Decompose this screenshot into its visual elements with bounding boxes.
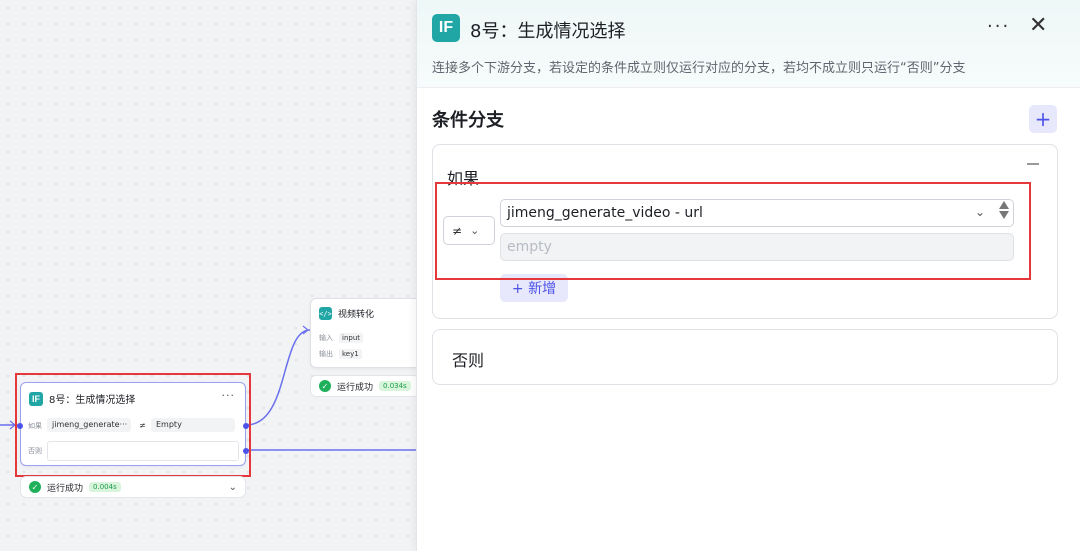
chevron-down-icon[interactable]: ⌄ [229, 482, 237, 493]
panel-header: IF 8号：生成情况选择 ··· ✕ 连接多个下游分支，若设定的条件成立则仅运行… [417, 0, 1080, 88]
status-text: 运行成功 [47, 483, 84, 494]
if-icon: IF [432, 14, 460, 42]
status-text: 运行成功 [337, 382, 374, 393]
node-config-panel: IF 8号：生成情况选择 ··· ✕ 连接多个下游分支，若设定的条件成立则仅运行… [416, 0, 1080, 551]
video-node-status[interactable]: ✓ 运行成功 0.034s [310, 375, 420, 397]
collapse-icon[interactable] [1027, 163, 1039, 165]
highlight-box-node [15, 373, 251, 477]
add-branch-button[interactable]: + [1029, 105, 1057, 133]
video-node-title: 视频转化 [338, 310, 375, 320]
check-icon: ✓ [319, 380, 331, 392]
close-icon[interactable]: ✕ [1029, 13, 1047, 38]
time-badge: 0.034s [379, 381, 411, 391]
video-node-header: </> 视频转化 [319, 307, 374, 320]
input-tag: input [339, 333, 364, 343]
panel-title[interactable]: 8号：生成情况选择 [470, 17, 625, 43]
else-label: 否则 [452, 351, 485, 370]
else-branch-card: 否则 [432, 329, 1058, 385]
section-title: 条件分支 [432, 110, 504, 131]
highlight-box-condition [435, 182, 1031, 280]
input-label: 输入 [319, 334, 333, 342]
more-icon[interactable]: ··· [987, 16, 1010, 37]
video-node-input-row: 输入 input [319, 333, 364, 343]
code-icon: </> [319, 307, 332, 320]
video-node-output-row: 输出 key1 [319, 349, 362, 359]
panel-description: 连接多个下游分支，若设定的条件成立则仅运行对应的分支，若均不成立则只运行“否则”… [432, 61, 966, 76]
edge-if-to-video [245, 329, 311, 426]
video-node[interactable]: </> 视频转化 输入 input 输出 key1 [310, 298, 430, 368]
check-icon: ✓ [29, 481, 41, 493]
time-badge: 0.004s [89, 482, 121, 492]
output-label: 输出 [319, 350, 333, 358]
if-node-status[interactable]: ✓ 运行成功 0.004s ⌄ [20, 476, 246, 498]
output-tag: key1 [339, 349, 362, 359]
edge-arrow-video [302, 325, 309, 335]
